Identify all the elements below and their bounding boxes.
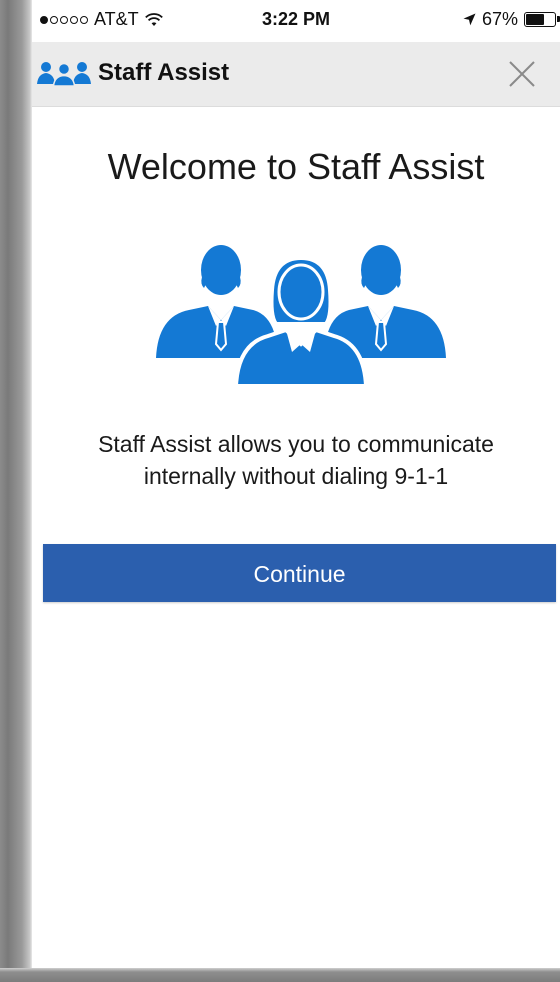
frame-bottom-border [0, 968, 560, 982]
people-group-icon [37, 62, 91, 86]
description-line-1: Staff Assist allows you to communicate [98, 431, 494, 457]
staff-group-icon [156, 245, 446, 386]
status-bar: AT&T 3:22 PM 67% [32, 0, 560, 42]
description-line-2: internally without dialing 9-1-1 [143, 463, 449, 489]
battery-icon [524, 12, 560, 27]
close-icon[interactable] [506, 58, 538, 90]
continue-button[interactable]: Continue [43, 544, 556, 602]
location-arrow-icon [463, 13, 476, 26]
battery-percent: 67% [481, 9, 518, 29]
welcome-title: Welcome to Staff Assist [107, 146, 485, 187]
nav-title: Staff Assist [98, 59, 230, 86]
status-right: 67% [463, 9, 560, 30]
frame-left-border [0, 0, 32, 982]
screenshot-frame: AT&T 3:22 PM 67% Staff Assist Welcome to… [0, 0, 560, 982]
phone-screen: AT&T 3:22 PM 67% Staff Assist Welcome to… [32, 0, 560, 968]
battery-level [526, 14, 545, 25]
nav-bar: Staff Assist [32, 42, 560, 107]
description-text: Staff Assist allows you to communicate i… [32, 428, 560, 492]
